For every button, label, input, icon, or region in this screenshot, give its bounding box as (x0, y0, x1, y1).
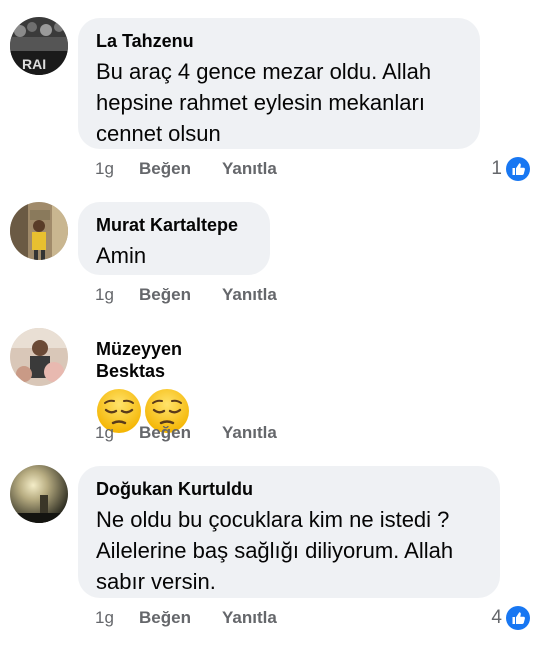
avatar[interactable] (10, 465, 68, 523)
comment-bubble: La Tahzenu Bu araç 4 gence mezar oldu. A… (78, 18, 480, 149)
like-button[interactable]: Beğen (139, 157, 191, 181)
comment-text-line: cennet olsun (96, 121, 221, 146)
comment-timestamp[interactable]: 1g (95, 283, 114, 307)
comment-text-line: Bu araç 4 gence mezar oldu. Allah (96, 59, 432, 84)
reply-button[interactable]: Yanıtla (222, 606, 277, 630)
reply-button[interactable]: Yanıtla (222, 157, 277, 181)
comment-timestamp[interactable]: 1g (95, 157, 114, 181)
reply-button[interactable]: Yanıtla (222, 421, 277, 445)
comment-text-line: hepsine rahmet eylesin mekanları (96, 90, 425, 115)
comment-timestamp[interactable]: 1g (95, 606, 114, 630)
comment-text: Ne oldu bu çocuklara kim ne istedi ? Ail… (96, 504, 482, 597)
like-button[interactable]: Beğen (139, 421, 191, 445)
comment-bubble: Doğukan Kurtuldu Ne oldu bu çocuklara ki… (78, 466, 500, 598)
reaction-count: 4 (491, 607, 502, 628)
comment-text-line: Ailelerine baş sağlığı diliyorum. Allah (96, 538, 454, 563)
comment-actions: 1g Beğen Yanıtla (95, 421, 277, 445)
svg-text:RAI: RAI (22, 56, 46, 72)
comment-text-line: Amin (96, 243, 147, 268)
comment-text-line: sabır versin. (96, 569, 216, 594)
comment-text: Bu araç 4 gence mezar oldu. Allah hepsin… (96, 56, 462, 149)
comment-author[interactable]: Doğukan Kurtuldu (96, 478, 482, 500)
comment-bubble: Müzeyyen Besktas (78, 326, 260, 433)
avatar[interactable] (10, 202, 68, 260)
like-icon (506, 606, 530, 630)
comment-actions: 1g Beğen Yanıtla (95, 283, 277, 307)
comment-actions: 1g Beğen Yanıtla (95, 606, 277, 630)
comment-actions: 1g Beğen Yanıtla (95, 157, 277, 181)
avatar[interactable] (10, 328, 68, 386)
like-icon (506, 157, 530, 181)
reaction-count: 1 (491, 158, 502, 179)
like-button[interactable]: Beğen (139, 606, 191, 630)
like-button[interactable]: Beğen (139, 283, 191, 307)
comment-author[interactable]: Müzeyyen Besktas (96, 338, 242, 382)
reaction-summary[interactable]: 4 (491, 605, 530, 631)
comment-text-line: Ne oldu bu çocuklara kim ne istedi ? (96, 507, 450, 532)
comment-text: Amin (96, 240, 252, 271)
comment-author[interactable]: Murat Kartaltepe (96, 214, 252, 236)
reaction-summary[interactable]: 1 (491, 156, 530, 182)
comment-bubble: Murat Kartaltepe Amin (78, 202, 270, 275)
reply-button[interactable]: Yanıtla (222, 283, 277, 307)
avatar[interactable]: RAI (10, 17, 68, 75)
comment-author[interactable]: La Tahzenu (96, 30, 462, 52)
comment-timestamp[interactable]: 1g (95, 421, 114, 445)
